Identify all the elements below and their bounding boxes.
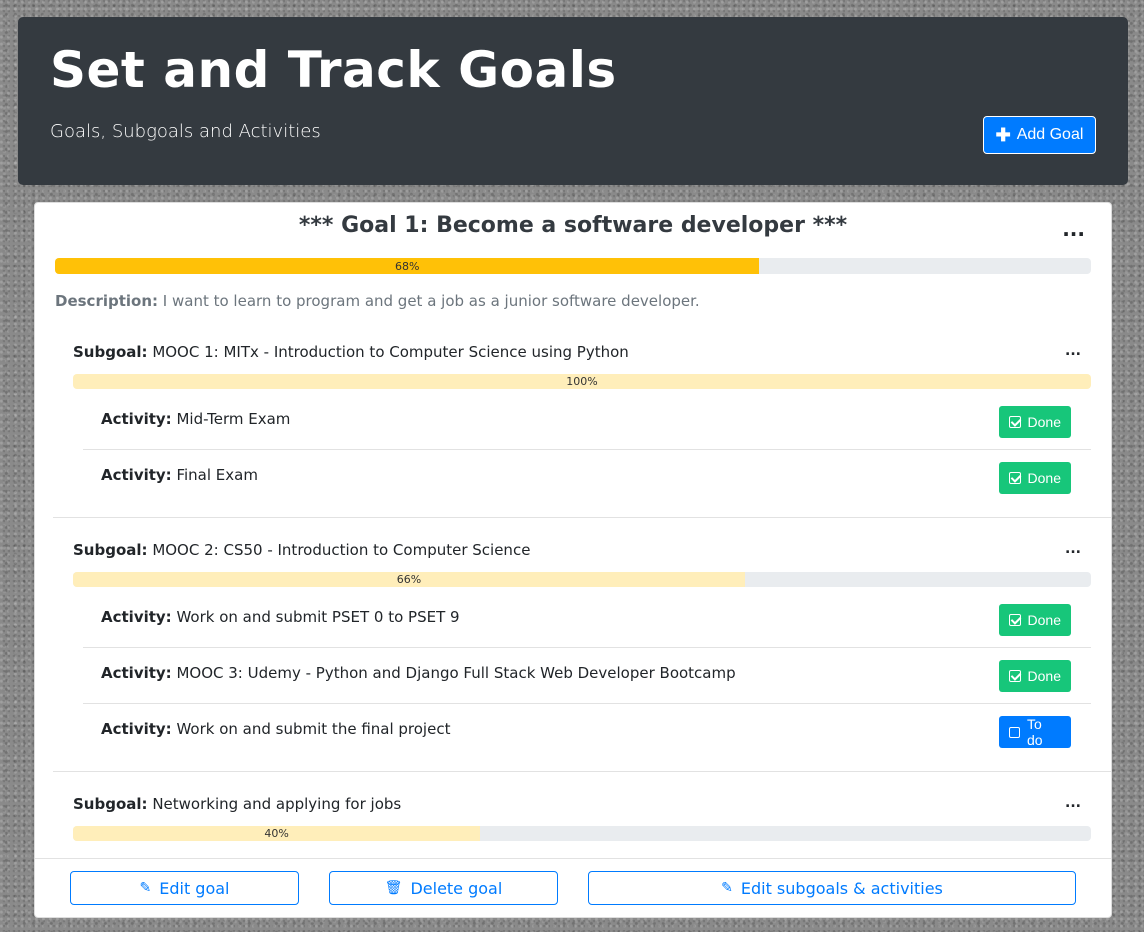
done-button[interactable]: Done — [999, 462, 1071, 494]
subgoal-label: Subgoal: — [73, 541, 148, 559]
status-label: Done — [1027, 470, 1061, 486]
description-text: I want to learn to program and get a job… — [162, 292, 700, 310]
edit-subgoals-label: Edit subgoals & activities — [740, 878, 943, 898]
subgoal-title: Subgoal: MOOC 1: MITx - Introduction to … — [73, 343, 629, 361]
done-button[interactable]: Done — [999, 604, 1071, 636]
activity-label: Activity: — [101, 608, 172, 626]
subgoal-title: Subgoal: Networking and applying for job… — [73, 795, 401, 813]
subgoal-menu-button[interactable]: ... — [1065, 795, 1081, 811]
subgoal-progress-fill: 40% — [73, 826, 481, 841]
activity-label: Activity: — [101, 466, 172, 484]
subgoal-title: Subgoal: MOOC 2: CS50 - Introduction to … — [73, 541, 530, 559]
plus-icon: ✚ — [995, 125, 1011, 145]
goal-menu-button[interactable]: ... — [1062, 217, 1085, 241]
divider — [53, 771, 1111, 772]
page-header: Set and Track Goals Goals, Subgoals and … — [18, 17, 1128, 185]
activity-text: Mid-Term Exam — [176, 410, 291, 428]
goal-description: Description: I want to learn to program … — [55, 292, 700, 310]
check-square-icon — [1009, 472, 1021, 484]
subgoal-menu-button[interactable]: ... — [1065, 343, 1081, 359]
edit-goal-button[interactable]: ✎ Edit goal — [70, 871, 299, 905]
subgoal-name: Networking and applying for jobs — [152, 795, 402, 813]
divider — [35, 858, 1111, 859]
check-square-icon — [1009, 614, 1021, 626]
page-title: Set and Track Goals — [50, 41, 617, 99]
activity-text: Final Exam — [176, 466, 258, 484]
activity-label: Activity: — [101, 720, 172, 738]
add-goal-label: Add Goal — [1016, 126, 1084, 143]
delete-goal-button[interactable]: 🗑 Delete goal — [329, 871, 558, 905]
todo-button[interactable]: To do — [999, 716, 1071, 748]
trash-icon: 🗑 — [384, 880, 403, 896]
divider — [83, 703, 1091, 704]
subgoal-name: MOOC 1: MITx - Introduction to Computer … — [152, 343, 629, 361]
check-square-icon — [1009, 416, 1021, 428]
subgoal-progress-bar: 40% — [73, 826, 1091, 841]
delete-goal-label: Delete goal — [410, 878, 503, 898]
activity-item: Activity: Mid-Term Exam — [101, 410, 290, 428]
divider — [53, 517, 1111, 518]
edit-subgoals-button[interactable]: ✎ Edit subgoals & activities — [588, 871, 1076, 905]
done-button[interactable]: Done — [999, 660, 1071, 692]
activity-item: Activity: Work on and submit the final p… — [101, 720, 450, 738]
goal-card: *** Goal 1: Become a software developer … — [34, 202, 1112, 918]
activity-text: MOOC 3: Udemy - Python and Django Full S… — [176, 664, 736, 682]
activity-label: Activity: — [101, 664, 172, 682]
subgoal-label: Subgoal: — [73, 343, 148, 361]
subgoal-name: MOOC 2: CS50 - Introduction to Computer … — [152, 541, 531, 559]
pencil-icon: ✎ — [139, 880, 152, 896]
check-square-icon — [1009, 670, 1021, 682]
goal-progress-bar: 68% — [55, 258, 1091, 274]
subgoal-label: Subgoal: — [73, 795, 148, 813]
activity-item: Activity: MOOC 3: Udemy - Python and Dja… — [101, 664, 736, 682]
subgoal-menu-button[interactable]: ... — [1065, 541, 1081, 557]
subgoal-progress-fill: 66% — [73, 572, 745, 587]
edit-goal-label: Edit goal — [159, 878, 230, 898]
pencil-icon: ✎ — [721, 880, 733, 896]
goal-title: *** Goal 1: Become a software developer … — [298, 213, 848, 238]
divider — [83, 647, 1091, 648]
goal-progress-fill: 68% — [55, 258, 760, 274]
activity-text: Work on and submit PSET 0 to PSET 9 — [176, 608, 460, 626]
subgoal-progress-bar: 66% — [73, 572, 1091, 587]
activity-item: Activity: Work on and submit PSET 0 to P… — [101, 608, 460, 626]
status-label: To do — [1026, 716, 1043, 748]
divider — [83, 449, 1091, 450]
status-label: Done — [1027, 668, 1061, 684]
activity-label: Activity: — [101, 410, 172, 428]
done-button[interactable]: Done — [999, 406, 1071, 438]
status-label: Done — [1027, 414, 1061, 430]
activity-item: Activity: Final Exam — [101, 466, 258, 484]
page-subtitle: Goals, Subgoals and Activities — [50, 121, 321, 142]
subgoal-progress-fill: 100% — [73, 374, 1091, 389]
square-icon — [1009, 726, 1020, 738]
description-label: Description: — [55, 292, 159, 310]
add-goal-button[interactable]: ✚ Add Goal — [983, 116, 1096, 154]
status-label: Done — [1027, 612, 1061, 628]
subgoal-progress-bar: 100% — [73, 374, 1091, 389]
activity-text: Work on and submit the final project — [176, 720, 451, 738]
